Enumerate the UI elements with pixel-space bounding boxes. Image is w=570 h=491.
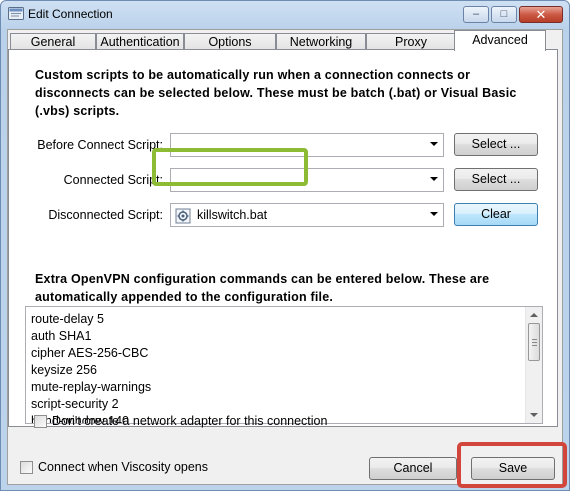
minimize-icon: – xyxy=(472,8,480,20)
openvpn-config-textarea[interactable]: route-delay 5 auth SHA1 cipher AES-256-C… xyxy=(25,306,543,424)
title-bar[interactable]: Edit Connection – □ ✕ xyxy=(1,1,569,29)
scrollbar-thumb[interactable] xyxy=(528,323,540,361)
edit-connection-window: Edit Connection – □ ✕ General Authentica… xyxy=(0,0,570,491)
before-connect-select-button[interactable]: Select ... xyxy=(454,133,538,156)
before-connect-script-select[interactable] xyxy=(170,133,444,157)
no-adapter-label: Don't create a network adapter for this … xyxy=(52,414,328,428)
chevron-down-icon xyxy=(430,177,438,181)
config-line: route-delay 5 xyxy=(31,312,104,326)
tab-general[interactable]: General xyxy=(10,33,96,50)
viscosity-window-icon xyxy=(8,7,24,20)
tab-networking[interactable]: Networking xyxy=(276,33,366,50)
connect-on-open-checkbox[interactable] xyxy=(20,461,33,474)
chevron-down-icon xyxy=(430,212,438,216)
config-line: script-security 2 xyxy=(31,397,119,411)
tab-authentication[interactable]: Authentication xyxy=(96,33,184,50)
maximize-icon: □ xyxy=(500,8,508,20)
minimize-button[interactable]: – xyxy=(463,6,489,23)
disconnected-label: Disconnected Script: xyxy=(48,208,163,222)
config-line: mute-replay-warnings xyxy=(31,380,152,394)
maximize-button[interactable]: □ xyxy=(491,6,517,23)
config-scrollbar[interactable] xyxy=(525,307,542,423)
disconnected-script-select[interactable]: killswitch.bat xyxy=(170,203,444,227)
scroll-up-icon[interactable] xyxy=(530,313,538,317)
no-adapter-checkbox-box[interactable] xyxy=(34,415,47,428)
config-line: keysize 256 xyxy=(31,363,98,377)
tab-options[interactable]: Options xyxy=(184,33,276,50)
close-button[interactable]: ✕ xyxy=(519,6,563,23)
connected-script-select[interactable] xyxy=(170,168,444,192)
config-line: auth SHA1 xyxy=(31,329,92,343)
cancel-button[interactable]: Cancel xyxy=(369,457,457,480)
save-button[interactable]: Save xyxy=(471,457,555,480)
config-intro-text: Extra OpenVPN configuration commands can… xyxy=(35,272,490,304)
advanced-panel: Custom scripts to be automatically run w… xyxy=(8,49,558,427)
tab-advanced[interactable]: Advanced xyxy=(454,30,546,51)
connected-label: Connected Script: xyxy=(63,173,163,187)
scroll-down-icon[interactable] xyxy=(530,413,538,417)
tab-strip: General Authentication Options Networkin… xyxy=(8,30,562,51)
connect-on-open-label: Connect when Viscosity opens xyxy=(38,460,209,474)
window-title: Edit Connection xyxy=(28,7,113,21)
chevron-down-icon xyxy=(430,142,438,146)
dialog-client-area: General Authentication Options Networkin… xyxy=(7,29,563,485)
connected-select-button[interactable]: Select ... xyxy=(454,168,538,191)
before-connect-label: Before Connect Script: xyxy=(37,138,163,152)
config-line: cipher AES-256-CBC xyxy=(31,346,149,360)
disconnected-clear-button[interactable]: Clear xyxy=(454,203,538,226)
scripts-intro-text: Custom scripts to be automatically run w… xyxy=(35,68,517,118)
script-file-icon xyxy=(175,208,191,224)
tab-proxy[interactable]: Proxy xyxy=(366,33,456,50)
close-icon: ✕ xyxy=(535,7,547,22)
disconnected-value: killswitch.bat xyxy=(197,208,268,222)
